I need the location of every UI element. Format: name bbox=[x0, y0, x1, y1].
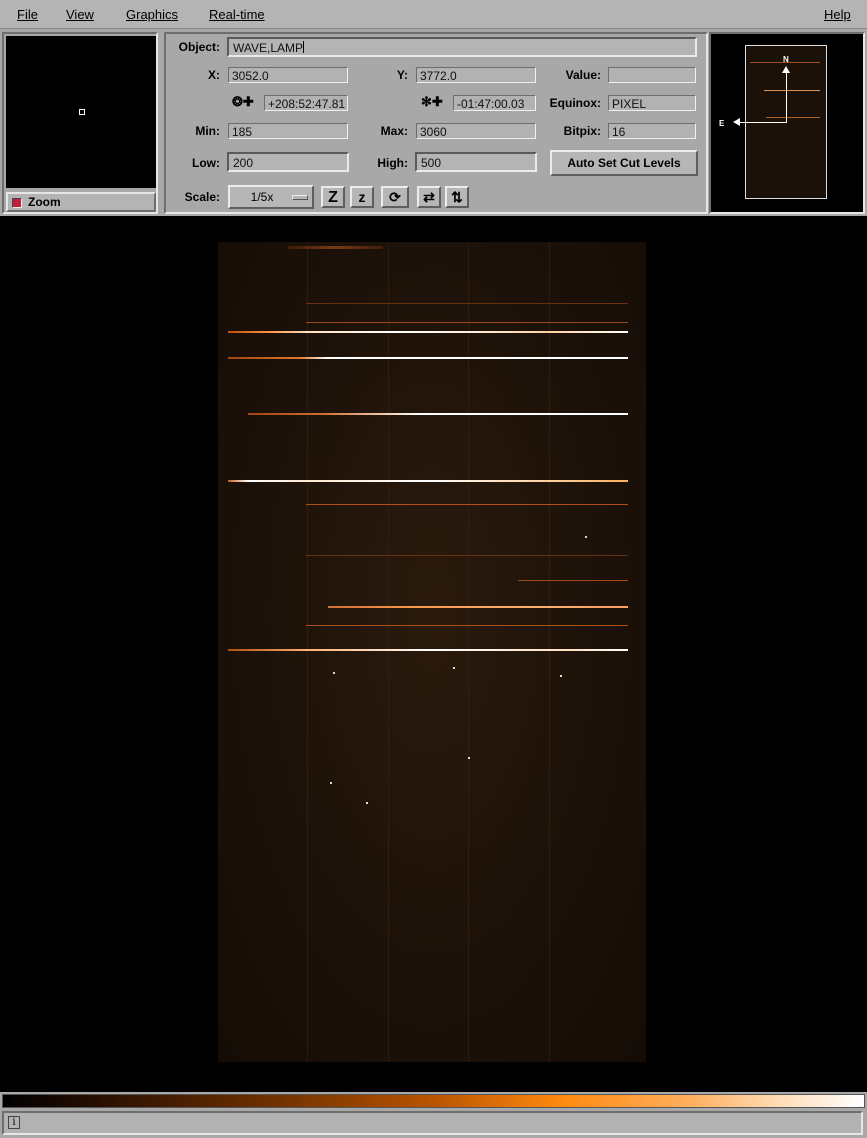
compass-east-label: E bbox=[719, 119, 725, 128]
info-panel: Object: WAVE,LAMP X: 3052.0 Y: 3772.0 Va… bbox=[164, 32, 708, 214]
low-label: Low: bbox=[192, 156, 220, 170]
ra-icon: ❂✚ bbox=[232, 94, 254, 109]
bitpix-label: Bitpix: bbox=[563, 124, 601, 138]
zoom-panel: Zoom bbox=[2, 32, 158, 214]
high-label: High: bbox=[377, 156, 408, 170]
menu-file[interactable]: File bbox=[17, 7, 38, 22]
dec-icon: ✻✚ bbox=[421, 94, 443, 109]
status-bar: i bbox=[2, 1111, 863, 1135]
low-input[interactable]: 200 bbox=[227, 152, 349, 172]
ra-field: +208:52:47.81 bbox=[264, 95, 348, 111]
scale-label: Scale: bbox=[184, 190, 220, 204]
image-canvas[interactable] bbox=[0, 216, 867, 1092]
object-input[interactable]: WAVE,LAMP bbox=[227, 37, 697, 57]
zoom-label: Zoom bbox=[28, 195, 61, 209]
menu-view[interactable]: View bbox=[66, 7, 94, 22]
flip-x-button[interactable]: ⇄ bbox=[417, 186, 441, 208]
max-field: 3060 bbox=[416, 123, 536, 139]
x-value-field: 3052.0 bbox=[228, 67, 348, 83]
min-label: Min: bbox=[195, 124, 220, 138]
zoom-out-button[interactable]: z bbox=[350, 186, 374, 208]
value-field bbox=[608, 67, 696, 83]
zoom-checkbox-icon[interactable] bbox=[12, 198, 22, 208]
min-field: 185 bbox=[228, 123, 348, 139]
zoom-out-icon: z bbox=[358, 189, 366, 205]
value-label: Value: bbox=[565, 68, 601, 82]
zoom-toggle[interactable]: Zoom bbox=[6, 192, 156, 212]
x-label: X: bbox=[208, 68, 220, 82]
info-icon: i bbox=[8, 1116, 20, 1129]
y-label: Y: bbox=[396, 68, 408, 82]
equinox-field: PIXEL bbox=[608, 95, 696, 111]
east-arrowhead-icon bbox=[733, 118, 740, 126]
rotate-button[interactable]: ⟳ bbox=[381, 186, 409, 208]
max-label: Max: bbox=[380, 124, 408, 138]
zoom-in-icon: Z bbox=[328, 189, 338, 206]
menu-realtime[interactable]: Real-time bbox=[209, 7, 265, 22]
equinox-label: Equinox: bbox=[549, 96, 601, 110]
flip-y-button[interactable]: ⇅ bbox=[445, 186, 469, 208]
y-value-field: 3772.0 bbox=[416, 67, 536, 83]
flip-y-icon: ⇅ bbox=[451, 189, 463, 205]
north-arrowhead-icon bbox=[782, 66, 790, 73]
menu-bar: File View Graphics Real-time Help bbox=[0, 0, 867, 29]
bitpix-field: 16 bbox=[608, 123, 696, 139]
dec-field: -01:47:00.03 bbox=[453, 95, 536, 111]
rotate-icon: ⟳ bbox=[389, 189, 401, 205]
compass-east-arrow-icon bbox=[737, 122, 787, 123]
zoom-cursor-box bbox=[79, 109, 85, 115]
auto-set-cut-levels-button[interactable]: Auto Set Cut Levels bbox=[550, 150, 698, 176]
menu-help[interactable]: Help bbox=[824, 7, 851, 22]
zoom-view[interactable] bbox=[6, 36, 156, 188]
option-menu-indicator-icon bbox=[292, 195, 308, 200]
compass-north-arrow-icon bbox=[786, 70, 787, 122]
menu-graphics[interactable]: Graphics bbox=[126, 7, 178, 22]
zoom-in-button[interactable]: Z bbox=[321, 186, 345, 208]
compass-north-label: N bbox=[783, 55, 789, 64]
scale-select[interactable]: 1/5x bbox=[228, 185, 314, 209]
pan-panel[interactable]: N E bbox=[709, 32, 865, 214]
colorbar[interactable] bbox=[2, 1094, 865, 1108]
object-label: Object: bbox=[178, 40, 220, 54]
spectrum-image bbox=[218, 242, 646, 1062]
flip-x-icon: ⇄ bbox=[423, 189, 435, 205]
high-input[interactable]: 500 bbox=[415, 152, 537, 172]
